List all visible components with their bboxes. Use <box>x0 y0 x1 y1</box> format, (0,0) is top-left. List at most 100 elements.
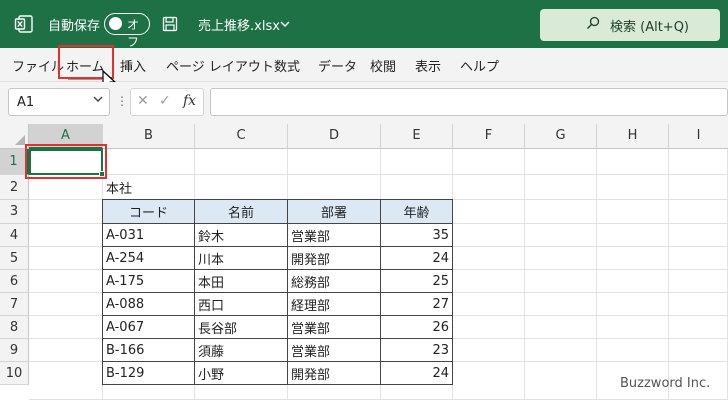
grid-cell[interactable] <box>195 149 288 175</box>
row-header-9[interactable]: 9 <box>0 339 29 362</box>
column-header-h[interactable]: H <box>597 124 669 149</box>
grid-cell[interactable] <box>669 224 728 247</box>
search-box[interactable]: 検索 (Alt+Q) <box>540 9 720 41</box>
column-header-f[interactable]: F <box>453 124 525 149</box>
grid-cell[interactable] <box>381 175 453 200</box>
table-cell-code[interactable]: A-088 <box>102 293 195 316</box>
grid-cell[interactable] <box>597 270 669 293</box>
grid-cell[interactable] <box>453 339 525 362</box>
column-header-b[interactable]: B <box>103 124 195 149</box>
row-header-3[interactable]: 3 <box>0 200 29 224</box>
table-header-name[interactable]: 名前 <box>195 199 288 224</box>
confirm-icon[interactable]: ✓ <box>159 93 171 109</box>
grid-cell[interactable] <box>453 175 525 200</box>
grid-cell[interactable] <box>525 149 597 175</box>
menu-page-layout[interactable]: ページ レイアウト <box>166 48 274 82</box>
grid-cell[interactable] <box>453 316 525 339</box>
formula-input[interactable] <box>210 88 728 116</box>
grid-cell[interactable] <box>525 247 597 270</box>
table-header-code[interactable]: コード <box>102 199 195 224</box>
grid-cell[interactable] <box>597 175 669 200</box>
table-cell-name[interactable]: 長谷部 <box>195 316 288 339</box>
column-header-e[interactable]: E <box>381 124 453 149</box>
grid-cell[interactable] <box>453 293 525 316</box>
file-name[interactable]: 売上推移.xlsx <box>198 0 280 48</box>
row-header-4[interactable]: 4 <box>0 224 29 247</box>
grid-cell[interactable] <box>525 362 597 400</box>
grid-cell[interactable] <box>103 149 195 175</box>
grid-cell[interactable] <box>597 339 669 362</box>
column-header-d[interactable]: D <box>288 124 381 149</box>
column-header-i[interactable]: I <box>669 124 728 149</box>
column-header-c[interactable]: C <box>195 124 288 149</box>
grid-cell[interactable] <box>29 362 103 400</box>
autosave-toggle[interactable]: オフ <box>104 13 150 49</box>
table-cell-age[interactable]: 24 <box>381 247 453 270</box>
table-cell-code[interactable]: A-031 <box>102 224 195 247</box>
grid-cell[interactable] <box>669 175 728 200</box>
cancel-icon[interactable]: ✕ <box>137 93 149 109</box>
grid-cell[interactable] <box>29 316 103 339</box>
grid-cell[interactable] <box>453 149 525 175</box>
insert-function-icon[interactable]: fx <box>183 93 196 109</box>
grid-cell[interactable] <box>453 270 525 293</box>
table-cell-department[interactable]: 営業部 <box>288 339 381 362</box>
grid-cell[interactable] <box>29 270 103 293</box>
grid-cell[interactable] <box>29 224 103 247</box>
grid-cell[interactable] <box>597 316 669 339</box>
table-cell-age[interactable]: 26 <box>381 316 453 339</box>
grid-cell[interactable] <box>453 200 525 224</box>
table-cell-code[interactable]: A-175 <box>102 270 195 293</box>
grid-cell[interactable] <box>597 293 669 316</box>
grid-cell[interactable] <box>29 339 103 362</box>
grid-cell[interactable] <box>195 175 288 200</box>
table-cell-name[interactable]: 本田 <box>195 270 288 293</box>
table-header-department[interactable]: 部署 <box>288 199 381 224</box>
table-cell-name[interactable]: 西口 <box>195 293 288 316</box>
grid-cell[interactable] <box>597 149 669 175</box>
row-header-8[interactable]: 8 <box>0 316 29 339</box>
name-box[interactable]: A1 <box>8 88 110 116</box>
table-cell-name[interactable]: 鈴木 <box>195 224 288 247</box>
grid-cell[interactable] <box>525 270 597 293</box>
table-cell-department[interactable]: 開発部 <box>288 247 381 270</box>
table-cell-code[interactable]: B-166 <box>102 339 195 362</box>
row-header-7[interactable]: 7 <box>0 293 29 316</box>
table-cell-age[interactable]: 27 <box>381 293 453 316</box>
chevron-down-icon[interactable] <box>280 0 290 48</box>
menu-file[interactable]: ファイル <box>12 48 64 82</box>
table-cell-department[interactable]: 営業部 <box>288 224 381 247</box>
menu-review[interactable]: 校閲 <box>370 48 396 82</box>
grid-cell[interactable] <box>525 175 597 200</box>
grid-cell[interactable] <box>525 339 597 362</box>
row-header-6[interactable]: 6 <box>0 270 29 293</box>
table-cell-name[interactable]: 須藤 <box>195 339 288 362</box>
table-cell-code[interactable]: A-254 <box>102 247 195 270</box>
table-cell-age[interactable]: 24 <box>381 362 453 385</box>
grid-cell[interactable] <box>669 339 728 362</box>
table-cell-age[interactable]: 35 <box>381 224 453 247</box>
chevron-down-icon[interactable] <box>93 94 103 107</box>
grid-cell[interactable] <box>381 149 453 175</box>
grid-cell[interactable] <box>669 316 728 339</box>
grid-cell[interactable] <box>453 224 525 247</box>
row-header-10[interactable]: 10 <box>0 362 29 385</box>
grid-cell[interactable] <box>288 149 381 175</box>
table-cell-code[interactable]: A-067 <box>102 316 195 339</box>
table-cell-department[interactable]: 総務部 <box>288 270 381 293</box>
grid-cell[interactable] <box>597 224 669 247</box>
grid-cell[interactable] <box>453 247 525 270</box>
table-cell-age[interactable]: 23 <box>381 339 453 362</box>
table-header-age[interactable]: 年齢 <box>381 199 453 224</box>
grid-cell[interactable] <box>525 200 597 224</box>
grid-cell[interactable] <box>29 293 103 316</box>
table-cell-name[interactable]: 小野 <box>195 362 288 385</box>
grid-cell[interactable] <box>525 316 597 339</box>
table-cell-name[interactable]: 川本 <box>195 247 288 270</box>
grid-cell[interactable] <box>669 270 728 293</box>
grid-cell[interactable] <box>288 175 381 200</box>
table-cell-code[interactable]: B-129 <box>102 362 195 385</box>
table-cell-department[interactable]: 経理部 <box>288 293 381 316</box>
grid-cell[interactable] <box>597 200 669 224</box>
grid-cell[interactable] <box>453 362 525 400</box>
